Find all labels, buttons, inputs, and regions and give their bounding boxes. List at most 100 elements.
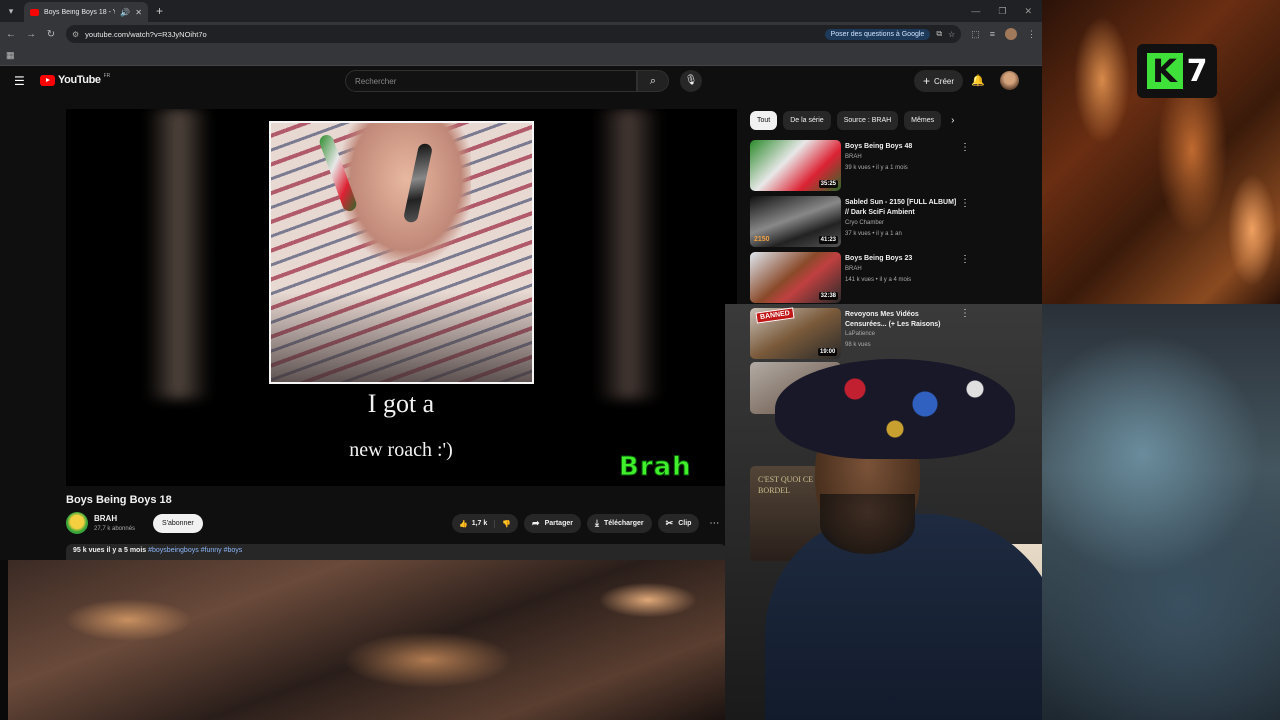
filter-chips: Tout De la série Source : BRAH Mêmes ›: [750, 111, 954, 130]
kebab-menu-icon[interactable]: ⋮: [960, 254, 970, 265]
subscribe-button[interactable]: S'abonner: [153, 514, 203, 533]
account-avatar[interactable]: [1000, 71, 1019, 90]
tab-search-icon[interactable]: ▾: [0, 6, 22, 17]
close-icon[interactable]: ✕: [135, 8, 142, 17]
recommendation-meta: 141 k vues • il y a 4 mois: [845, 277, 912, 283]
search-box[interactable]: [345, 70, 637, 92]
address-bar-row: ← → ↻ ⚙ youtube.com/watch?v=R3JyNOiht7o …: [0, 22, 1042, 46]
clip-label: Clip: [678, 520, 692, 527]
kebab-menu-icon[interactable]: ⋮: [960, 198, 970, 209]
search-button[interactable]: ⌕: [637, 70, 669, 92]
plus-icon: +: [923, 74, 931, 88]
recommendation-channel[interactable]: LaPatience: [845, 331, 875, 337]
streamer-beard-image: [820, 494, 915, 554]
description-box[interactable]: 95 k vues il y a 5 mois #boysbeingboys #…: [66, 544, 726, 560]
blurred-edge-left: [146, 109, 211, 399]
tab-youtube[interactable]: Boys Being Boys 18 - YouT 🔊 ✕: [24, 2, 148, 22]
recommendation-item[interactable]: 2150 41:23 Sabled Sun - 2150 [FULL ALBUM…: [750, 196, 975, 252]
channel-avatar[interactable]: [66, 512, 88, 534]
video-player[interactable]: I got a new roach :') Brah: [66, 109, 737, 486]
recommendation-channel[interactable]: Cryo Chamber: [845, 220, 884, 226]
media-icon[interactable]: ≡: [990, 29, 995, 39]
hamburger-menu-icon[interactable]: ☰: [14, 74, 25, 88]
profile-avatar[interactable]: [1005, 28, 1017, 40]
chip-source[interactable]: Source : BRAH: [836, 111, 899, 130]
duration-badge: 19:00: [818, 348, 838, 356]
download-button[interactable]: ⤓ Télécharger: [586, 514, 652, 533]
recommendation-channel[interactable]: BRAH: [845, 154, 862, 160]
duration-badge: 32:38: [818, 292, 838, 300]
kebab-menu-icon[interactable]: ⋮: [960, 308, 970, 319]
recommendation-title[interactable]: Boys Being Boys 48: [845, 142, 957, 152]
recommendation-channel[interactable]: BRAH: [845, 266, 862, 272]
webcam-overlay: C'EST QUOI CE BORDEL BANNED 19:00 Revoyo…: [725, 304, 1042, 720]
thumbs-down-icon: 👎: [502, 520, 512, 528]
clip-button[interactable]: ✂ Clip: [657, 514, 700, 533]
recommendation-title[interactable]: Revoyons Mes Vidéos Censurées... (+ Les …: [845, 310, 957, 330]
channel-name[interactable]: BRAH: [94, 514, 117, 523]
notifications-bell-icon[interactable]: 🔔: [971, 74, 985, 87]
back-icon[interactable]: ←: [6, 29, 16, 40]
chevron-right-icon[interactable]: ›: [951, 115, 954, 126]
kebab-menu-icon[interactable]: ⋮: [960, 142, 970, 153]
recommendation-thumbnail[interactable]: 2150 41:23: [750, 196, 841, 247]
like-button[interactable]: 👍 1,7 k: [452, 519, 496, 528]
like-dislike-group: 👍 1,7 k 👎: [452, 514, 519, 533]
recommendation-title[interactable]: Boys Being Boys 23: [845, 254, 957, 264]
frame-shadow: [271, 292, 532, 382]
extensions-icon[interactable]: ⬚: [971, 29, 980, 40]
duration-badge: 41:23: [818, 236, 838, 244]
forward-icon[interactable]: →: [26, 29, 36, 40]
window-close-icon[interactable]: ✕: [1024, 6, 1032, 17]
video-actions: 👍 1,7 k 👎 ➦ Partager ⤓ Télécharger ✂ Cli…: [452, 514, 719, 533]
search-input[interactable]: [355, 76, 636, 86]
face-image: [341, 123, 471, 263]
dislike-button[interactable]: 👎: [495, 520, 518, 528]
bookmarks-bar: ▦: [0, 46, 1042, 66]
recommendation-thumbnail[interactable]: 32:38: [750, 252, 841, 303]
k7-logo-letter: K: [1146, 53, 1183, 89]
reload-icon[interactable]: ↻: [46, 29, 56, 40]
streamer-hat-image: [775, 359, 1015, 459]
youtube-favicon-icon: [30, 8, 39, 16]
apps-grid-icon[interactable]: ▦: [6, 50, 15, 61]
youtube-play-icon: [40, 74, 55, 86]
bookmark-star-icon[interactable]: ☆: [948, 30, 955, 39]
url-text[interactable]: youtube.com/watch?v=R3JyNOiht7o: [85, 30, 818, 39]
recommendation-title[interactable]: Sabled Sun - 2150 [FULL ALBUM] // Dark S…: [845, 198, 957, 218]
thumbs-up-icon: 👍: [459, 520, 468, 528]
youtube-logo[interactable]: YouTube FR: [40, 73, 110, 86]
recommendation-item[interactable]: 32:38 Boys Being Boys 23 BRAH 141 k vues…: [750, 252, 975, 308]
chip-memes[interactable]: Mêmes: [904, 111, 942, 130]
hashtags[interactable]: #boysbeingboys #funny #boys: [148, 547, 242, 554]
share-button[interactable]: ➦ Partager: [524, 514, 581, 533]
video-frame-image: [269, 121, 534, 384]
share-icon: ➦: [532, 518, 540, 528]
more-actions-icon[interactable]: ⋯: [709, 518, 719, 529]
view-count: 95 k vues: [73, 547, 105, 554]
minimize-icon[interactable]: —: [971, 6, 980, 17]
k7-logo-number: 7: [1186, 53, 1208, 89]
recommendation-thumbnail[interactable]: 35:25: [750, 140, 841, 191]
brah-watermark: Brah: [619, 452, 692, 483]
recommendations-list: 35:25 Boys Being Boys 48 BRAH 39 k vues …: [750, 140, 975, 308]
recommendation-item[interactable]: 35:25 Boys Being Boys 48 BRAH 39 k vues …: [750, 140, 975, 196]
kebab-menu-icon[interactable]: ⋮: [1027, 29, 1036, 40]
upload-age: il y a 5 mois: [106, 547, 147, 554]
search-icon: ⌕: [649, 75, 657, 87]
maximize-icon[interactable]: ❐: [998, 6, 1006, 17]
chip-all[interactable]: Tout: [750, 111, 778, 130]
new-tab-button[interactable]: +: [156, 4, 163, 18]
voice-search-button[interactable]: 🎙: [680, 70, 702, 92]
left-strip: [0, 560, 8, 720]
cast-icon[interactable]: ⧉: [936, 29, 942, 39]
video-title: Boys Being Boys 18: [66, 494, 172, 506]
recommendation-meta: 37 k vues • il y a 1 an: [845, 231, 902, 237]
site-info-icon[interactable]: ⚙: [72, 30, 79, 39]
chip-series[interactable]: De la série: [783, 111, 831, 130]
video-caption-line2: new roach :'): [349, 439, 453, 461]
create-button[interactable]: + Créer: [914, 70, 964, 92]
ask-google-button[interactable]: Poser des questions à Google: [824, 28, 931, 40]
audio-playing-icon[interactable]: 🔊: [120, 8, 130, 17]
omnibox[interactable]: ⚙ youtube.com/watch?v=R3JyNOiht7o Poser …: [66, 25, 962, 43]
